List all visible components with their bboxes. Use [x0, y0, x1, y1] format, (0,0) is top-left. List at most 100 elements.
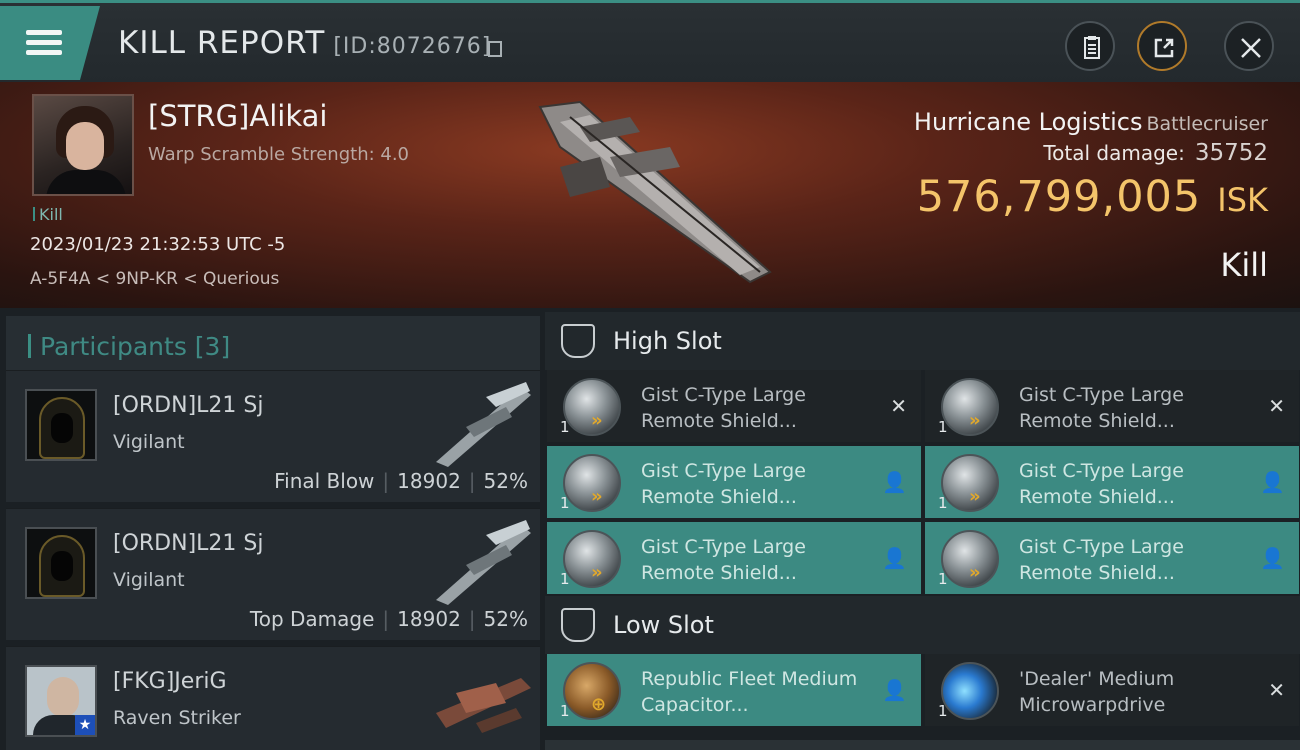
module-slot[interactable]: 1 'Dealer' Medium Microwarpdrive ✕: [925, 654, 1299, 726]
isk-value: 576,799,005 ISK: [917, 172, 1268, 222]
module-slot[interactable]: » 1 Gist C-Type Large Remote Shield... 👤: [547, 446, 921, 518]
menu-button[interactable]: [0, 6, 100, 80]
warp-scramble-strength: Warp Scramble Strength: 4.0: [148, 144, 410, 165]
participant-percent: 52%: [483, 469, 528, 493]
report-id: [ID:8072676]: [333, 34, 492, 59]
module-qty: 1: [938, 418, 948, 436]
participant-row[interactable]: [ORDN]L21 Sj Vigilant Top Damage | 18902 | 5…: [6, 508, 540, 640]
module-name: Gist C-Type Large Remote Shield...: [641, 460, 806, 508]
module-qty: 1: [938, 702, 948, 720]
menu-icon: [26, 30, 62, 35]
module-badge-icon: »: [969, 410, 981, 431]
participant-damage: 18902: [397, 607, 461, 631]
clipboard-button[interactable]: [1065, 21, 1115, 71]
participant-damage: 18902: [397, 469, 461, 493]
high-slot-label: High Slot: [613, 327, 722, 355]
close-button[interactable]: [1224, 21, 1274, 71]
participant-stats: Final Blow | 18902 | 52%: [274, 469, 528, 493]
total-damage: Total damage: 35752: [1043, 140, 1268, 166]
participant-name: [ORDN]L21 Sj: [113, 393, 264, 418]
person-icon: 👤: [882, 678, 907, 702]
module-qty: 1: [560, 418, 570, 436]
stat-separator: |: [468, 469, 476, 493]
participant-ship-image: [436, 520, 531, 605]
module-badge-icon: »: [591, 410, 603, 431]
ship-name-text: Hurricane Logistics: [913, 108, 1143, 136]
title-text: KILL REPORT: [118, 25, 326, 61]
stat-separator: |: [382, 607, 390, 631]
victim-ship-name[interactable]: Hurricane Logistics Battlecruiser: [914, 108, 1268, 136]
participant-row[interactable]: [ORDN]L21 Sj Vigilant Final Blow | 18902 | 5…: [6, 370, 540, 502]
destroyed-icon: ✕: [1268, 394, 1285, 418]
total-damage-value: 35752: [1194, 140, 1268, 166]
module-slot[interactable]: » 1 Gist C-Type Large Remote Shield... 👤: [925, 522, 1299, 594]
plus-badge-icon: ⊕: [591, 694, 607, 715]
module-badge-icon: »: [591, 486, 603, 507]
participant-avatar: [25, 527, 97, 599]
avatar-body: [46, 170, 126, 194]
module-name: Gist C-Type Large Remote Shield...: [1019, 384, 1184, 432]
participant-row[interactable]: ★ [FKG]JeriG Raven Striker: [6, 646, 540, 750]
kill-datetime: 2023/01/23 21:32:53 UTC -5: [30, 234, 286, 255]
participants-panel: Participants [3] [ORDN]L21 Sj Vigilant F…: [0, 308, 545, 750]
kill-location[interactable]: A-5F4A < 9NP-KR < Querious: [30, 269, 279, 289]
victim-avatar[interactable]: [32, 94, 134, 196]
module-slot[interactable]: » 1 Gist C-Type Large Remote Shield... 👤: [547, 522, 921, 594]
module-name: Gist C-Type Large Remote Shield...: [1019, 460, 1184, 508]
module-slot[interactable]: » 1 Gist C-Type Large Remote Shield... ✕: [547, 370, 921, 442]
module-name: Gist C-Type Large Remote Shield...: [641, 536, 806, 584]
participant-stats: Top Damage | 18902 | 52%: [250, 607, 528, 631]
share-icon: [1154, 38, 1174, 58]
module-qty: 1: [560, 570, 570, 588]
share-button[interactable]: [1137, 21, 1187, 71]
total-damage-label: Total damage:: [1043, 141, 1185, 165]
fittings-panel: High Slot » 1 Gist C-Type Large Remote S…: [545, 308, 1300, 750]
participant-tag: Top Damage: [249, 607, 375, 631]
destroyed-icon: ✕: [1268, 678, 1285, 702]
participants-header: Participants [3]: [6, 316, 540, 376]
person-icon: 👤: [1260, 546, 1285, 570]
module-slot[interactable]: » 1 Gist C-Type Large Remote Shield... ✕: [925, 370, 1299, 442]
module-slot[interactable]: ⊕ 1 Republic Fleet Medium Capacitor... 👤: [547, 654, 921, 726]
participant-name: [ORDN]L21 Sj: [113, 531, 264, 556]
header-accent: [28, 334, 31, 358]
person-icon: 👤: [882, 546, 907, 570]
participant-ship-image: [436, 678, 531, 733]
module-badge-icon: »: [591, 562, 603, 583]
module-badge-icon: »: [969, 562, 981, 583]
low-slot-header: Low Slot: [545, 596, 1300, 654]
low-slot-icon: [561, 608, 595, 642]
person-icon: 👤: [1260, 470, 1285, 494]
participants-title: Participants [3]: [40, 332, 231, 361]
module-qty: 1: [938, 570, 948, 588]
participant-avatar: [25, 389, 97, 461]
page-title: KILL REPORT [ID:8072676]: [118, 25, 491, 61]
isk-unit: ISK: [1217, 181, 1268, 219]
kill-tag: Kill: [33, 205, 63, 224]
result-label: Kill: [1220, 246, 1268, 284]
stat-separator: |: [382, 469, 390, 493]
module-name: Gist C-Type Large Remote Shield...: [1019, 536, 1184, 584]
stat-separator: |: [468, 607, 476, 631]
module-qty: 1: [560, 702, 570, 720]
isk-amount: 576,799,005: [916, 172, 1202, 222]
copy-icon[interactable]: [488, 41, 502, 57]
participant-name: [FKG]JeriG: [113, 669, 227, 694]
participant-percent: 52%: [483, 607, 528, 631]
module-name: 'Dealer' Medium Microwarpdrive: [1019, 668, 1175, 716]
close-icon: [1241, 38, 1261, 58]
star-icon: ★: [75, 715, 95, 735]
module-name: Gist C-Type Large Remote Shield...: [641, 384, 806, 432]
participant-tag: Final Blow: [274, 469, 375, 493]
microwarpdrive-icon: [941, 662, 999, 720]
participant-ship-image: [436, 382, 531, 467]
module-slot[interactable]: » 1 Gist C-Type Large Remote Shield... 👤: [925, 446, 1299, 518]
high-slot-icon: [561, 324, 595, 358]
kill-report-header: KILL REPORT [ID:8072676]: [0, 0, 1300, 82]
destroyed-icon: ✕: [890, 394, 907, 418]
victim-name[interactable]: [STRG]Alikai: [148, 99, 327, 133]
menu-icon-bar: [26, 40, 62, 45]
avatar-face: [66, 122, 104, 170]
victim-ship-image: [538, 100, 772, 284]
participant-ship: Vigilant: [113, 569, 185, 591]
